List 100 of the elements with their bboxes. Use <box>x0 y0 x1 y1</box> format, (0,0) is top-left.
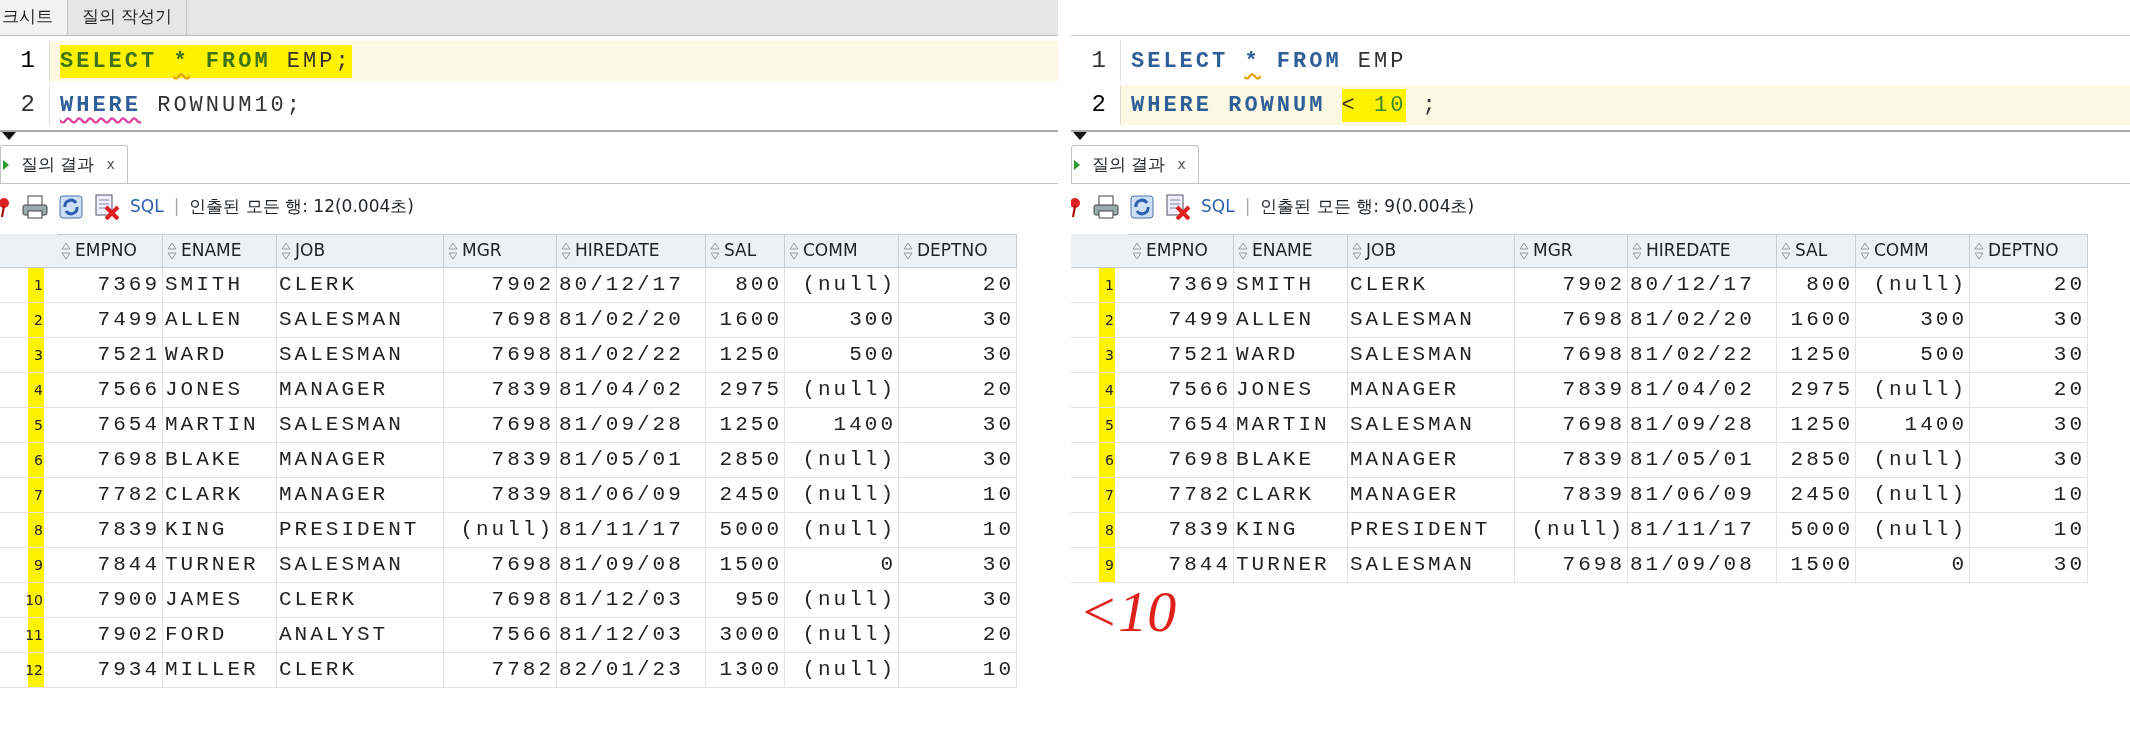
column-header[interactable]: EMPNO <box>57 234 163 268</box>
code-token: WHERE <box>60 91 141 120</box>
pin-icon[interactable] <box>1071 196 1083 218</box>
column-header[interactable]: HIREDATE <box>1628 234 1777 268</box>
table-cell: 82/01/23 <box>557 653 706 688</box>
table-cell: 950 <box>706 583 785 618</box>
table-cell: MANAGER <box>1348 373 1515 408</box>
sort-icon[interactable] <box>448 242 458 260</box>
column-header[interactable]: MGR <box>1515 234 1628 268</box>
close-icon[interactable]: x <box>1177 154 1186 175</box>
table-cell: MANAGER <box>277 443 444 478</box>
refresh-icon[interactable] <box>1129 194 1155 220</box>
results-tab[interactable]: 질의 결과 x <box>0 145 128 183</box>
refresh-icon[interactable] <box>58 194 84 220</box>
line-number: 2 <box>1071 85 1121 125</box>
table-cell: SALESMAN <box>277 408 444 443</box>
table-cell: 81/09/08 <box>1628 548 1777 583</box>
row-number: 4 <box>0 373 57 408</box>
sort-icon[interactable] <box>789 242 799 260</box>
column-header[interactable]: SAL <box>706 234 785 268</box>
print-icon[interactable] <box>1093 195 1119 219</box>
clear-icon[interactable] <box>1165 194 1191 220</box>
collapse-arrow-icon[interactable] <box>2 132 16 140</box>
table-cell: 81/02/22 <box>1628 338 1777 373</box>
table-cell: 7839 <box>57 513 163 548</box>
sort-icon[interactable] <box>561 242 571 260</box>
pin-icon[interactable] <box>0 196 12 218</box>
table-cell: 3000 <box>706 618 785 653</box>
column-header[interactable]: ENAME <box>1234 234 1348 268</box>
column-header[interactable]: DEPTNO <box>1970 234 2088 268</box>
table-cell: CLERK <box>277 653 444 688</box>
table-cell: SALESMAN <box>277 548 444 583</box>
table-cell: 10 <box>1970 478 2088 513</box>
column-header[interactable]: MGR <box>444 234 557 268</box>
sql-link[interactable]: SQL <box>130 194 164 220</box>
table-cell: 7839 <box>1515 373 1628 408</box>
sql-link[interactable]: SQL <box>1201 194 1235 220</box>
table-cell: PRESIDENT <box>1348 513 1515 548</box>
table-cell: CLARK <box>1234 478 1348 513</box>
table-cell: 7698 <box>444 548 557 583</box>
table-cell: 2975 <box>706 373 785 408</box>
sort-icon[interactable] <box>1238 242 1248 260</box>
column-header[interactable]: COMM <box>785 234 899 268</box>
code-token: < <box>1341 88 1374 122</box>
table-cell: MILLER <box>163 653 277 688</box>
table-cell: 800 <box>706 268 785 303</box>
editor-tab[interactable]: 크시트 <box>0 0 68 35</box>
sort-icon[interactable] <box>1352 242 1362 260</box>
column-header[interactable]: DEPTNO <box>899 234 1017 268</box>
table-cell: 7900 <box>57 583 163 618</box>
sort-icon[interactable] <box>710 242 720 260</box>
table-cell: 30 <box>899 303 1017 338</box>
column-header[interactable]: HIREDATE <box>557 234 706 268</box>
table-cell: 800 <box>1777 268 1856 303</box>
table-cell: JAMES <box>163 583 277 618</box>
column-header[interactable]: JOB <box>277 234 444 268</box>
code-token: SELECT <box>60 44 174 78</box>
sort-icon[interactable] <box>61 242 71 260</box>
code-token: FROM <box>1276 47 1342 76</box>
print-icon[interactable] <box>22 195 48 219</box>
column-header[interactable]: ENAME <box>163 234 277 268</box>
code-token: ; <box>1422 91 1439 120</box>
table-cell: 30 <box>899 408 1017 443</box>
sort-icon[interactable] <box>1860 242 1870 260</box>
sort-icon[interactable] <box>281 242 291 260</box>
sort-icon[interactable] <box>903 242 913 260</box>
table-cell: 7844 <box>1128 548 1234 583</box>
code-token: * <box>173 44 206 78</box>
table-cell: 30 <box>899 338 1017 373</box>
table-cell: KING <box>1234 513 1348 548</box>
table-cell: 30 <box>1970 408 2088 443</box>
sort-icon[interactable] <box>1781 242 1791 260</box>
table-cell: 7698 <box>1515 408 1628 443</box>
column-header[interactable]: SAL <box>1777 234 1856 268</box>
table-cell: 7654 <box>57 408 163 443</box>
sort-icon[interactable] <box>1632 242 1642 260</box>
table-cell: SALESMAN <box>1348 303 1515 338</box>
row-number: 6 <box>1071 443 1128 478</box>
results-tab[interactable]: 질의 결과 x <box>1071 145 1199 183</box>
table-corner <box>0 234 57 268</box>
column-header[interactable]: EMPNO <box>1128 234 1234 268</box>
clear-icon[interactable] <box>94 194 120 220</box>
play-icon <box>3 159 9 170</box>
table-cell: 300 <box>785 303 899 338</box>
table-cell: 1600 <box>706 303 785 338</box>
column-header[interactable]: JOB <box>1348 234 1515 268</box>
collapse-arrow-icon[interactable] <box>1073 132 1087 140</box>
table-cell: 2975 <box>1777 373 1856 408</box>
table-cell: 7698 <box>57 443 163 478</box>
sort-icon[interactable] <box>167 242 177 260</box>
table-cell: 81/11/17 <box>1628 513 1777 548</box>
sort-icon[interactable] <box>1974 242 1984 260</box>
table-cell: 81/12/03 <box>557 618 706 653</box>
table-cell: (null) <box>785 373 899 408</box>
table-cell: 7698 <box>444 583 557 618</box>
table-cell: (null) <box>785 618 899 653</box>
column-header[interactable]: COMM <box>1856 234 1970 268</box>
sort-icon[interactable] <box>1132 242 1142 260</box>
sort-icon[interactable] <box>1519 242 1529 260</box>
close-icon[interactable]: x <box>106 154 115 175</box>
